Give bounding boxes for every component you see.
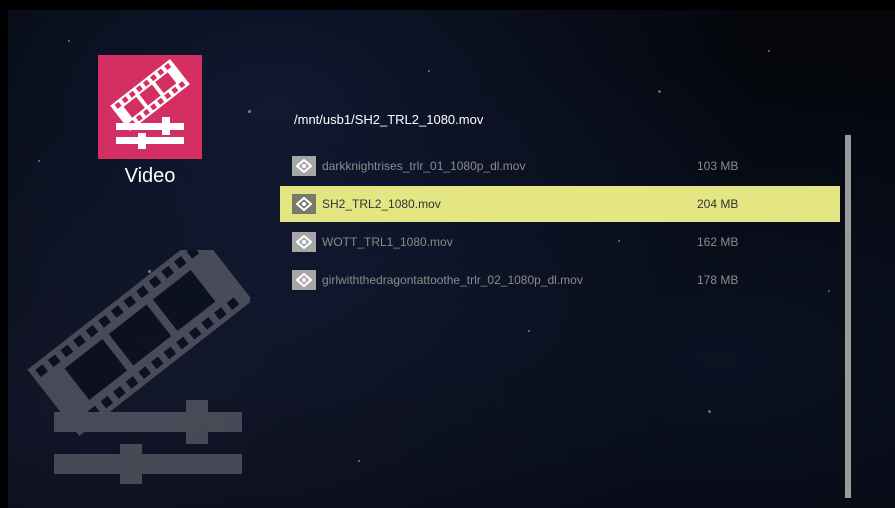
star: [768, 50, 770, 52]
file-name: girlwiththedragontattoothe_trlr_02_1080p…: [322, 273, 583, 287]
file-row[interactable]: WOTT_TRL1_1080.mov 162 MB: [280, 224, 840, 260]
video-watermark-icon: [20, 234, 253, 495]
star: [38, 160, 40, 162]
star: [528, 330, 530, 332]
star: [428, 70, 430, 72]
file-name: darkknightrises_trlr_01_1080p_dl.mov: [322, 159, 526, 173]
video-file-icon: [292, 194, 316, 214]
star: [358, 460, 360, 462]
star: [708, 410, 711, 413]
video-file-icon: [292, 156, 316, 176]
file-row[interactable]: girlwiththedragontattoothe_trlr_02_1080p…: [280, 262, 840, 298]
film-reel-sliders-icon: [110, 58, 190, 149]
app-label: Video: [124, 165, 176, 187]
video-file-icon: [292, 270, 316, 290]
video-file-icon: [292, 232, 316, 252]
file-size: 103 MB: [697, 159, 739, 173]
star: [248, 110, 251, 113]
file-row-selected[interactable]: SH2_TRL2_1080.mov 204 MB: [280, 186, 840, 222]
star: [68, 40, 70, 42]
star: [658, 90, 661, 93]
scrollbar[interactable]: [845, 135, 851, 498]
file-size: 162 MB: [697, 235, 739, 249]
video-app-tile[interactable]: [98, 55, 202, 159]
current-path: /mnt/usb1/SH2_TRL2_1080.mov: [294, 112, 484, 127]
file-row[interactable]: darkknightrises_trlr_01_1080p_dl.mov 103…: [280, 148, 840, 184]
file-name: SH2_TRL2_1080.mov: [322, 197, 441, 211]
file-size: 204 MB: [697, 197, 739, 211]
file-size: 178 MB: [697, 273, 739, 287]
file-name: WOTT_TRL1_1080.mov: [322, 235, 453, 249]
file-list: darkknightrises_trlr_01_1080p_dl.mov 103…: [280, 148, 840, 300]
